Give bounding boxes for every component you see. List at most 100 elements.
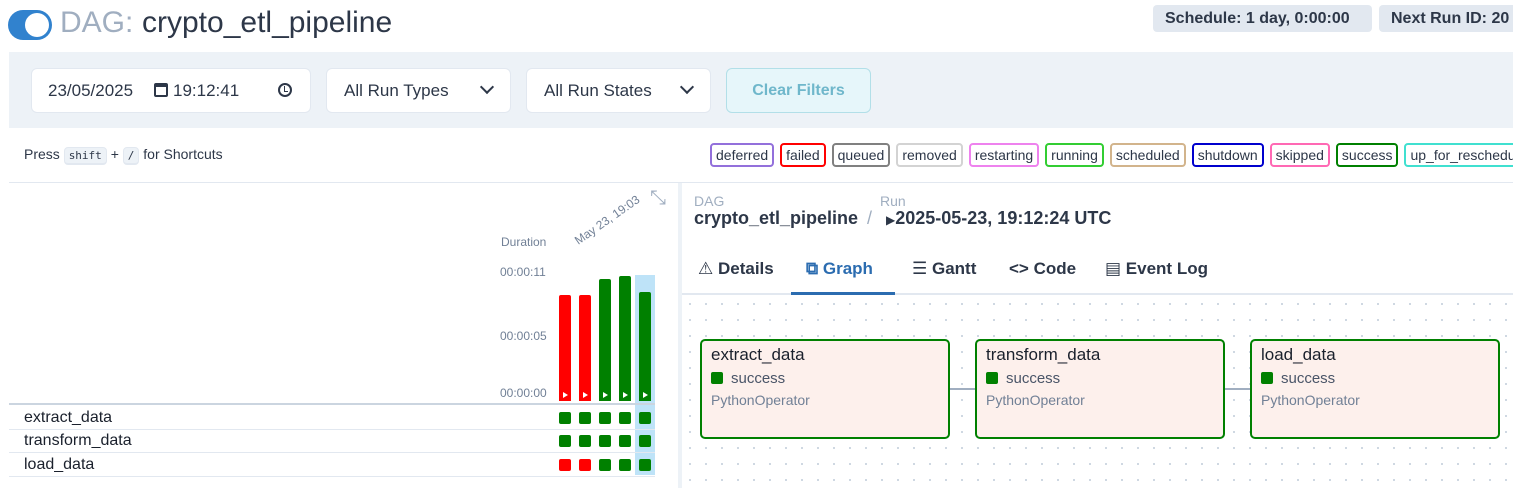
tab-event-log[interactable]: ▤ Event Log (1105, 259, 1208, 279)
shift-key: shift (63, 147, 107, 165)
base-date-input[interactable]: 23/05/2025 19:12:41 (31, 68, 311, 113)
warning-icon: ⚠ (698, 259, 718, 278)
run-type-select[interactable]: All Run Types (326, 68, 511, 113)
graph-node-extract[interactable]: extract_data success PythonOperator (700, 339, 950, 439)
legend-success[interactable]: success (1335, 143, 1399, 167)
task-instance-square[interactable] (619, 435, 631, 447)
duration-tick: 00:00:05 (500, 329, 547, 343)
legend-running[interactable]: running (1045, 143, 1104, 167)
clock-icon[interactable] (278, 83, 292, 97)
calendar-icon[interactable] (154, 83, 168, 97)
dag-title: crypto_etl_pipeline (142, 6, 393, 39)
row-divider (9, 429, 655, 430)
legend-shutdown[interactable]: shutdown (1191, 143, 1264, 167)
edge (950, 388, 975, 390)
duration-tick: 00:00:00 (500, 386, 547, 400)
breadcrumb-run[interactable]: ▶2025-05-23, 19:12:24 UTC (886, 208, 1111, 229)
chevron-down-icon (479, 79, 495, 95)
legend-restarting[interactable]: restarting (968, 143, 1040, 167)
grid-divider (9, 403, 655, 405)
edge (1225, 388, 1250, 390)
play-icon (643, 392, 648, 398)
clear-filters-button[interactable]: Clear Filters (726, 68, 871, 113)
legend-scheduled[interactable]: scheduled (1109, 143, 1186, 167)
date-value: 23/05/2025 (48, 81, 134, 100)
next-run-badge: Next Run ID: 20 (1379, 5, 1513, 32)
task-instance-square[interactable] (639, 435, 651, 447)
breadcrumb-run-label: Run (880, 193, 906, 209)
task-instance-square[interactable] (599, 412, 611, 424)
run-duration-bar[interactable] (599, 279, 611, 401)
legend-deferred[interactable]: deferred (710, 143, 775, 167)
node-state: success (1006, 370, 1061, 387)
time-value: 19:12:41 (173, 81, 240, 100)
tab-details[interactable]: ⚠ Details (698, 259, 774, 279)
task-instance-square[interactable] (579, 435, 591, 447)
task-row-extract[interactable]: extract_data (24, 409, 112, 427)
legend-up_for_reschedule[interactable]: up_for_reschedule (1404, 143, 1513, 167)
legend-queued[interactable]: queued (831, 143, 891, 167)
duration-tick: 00:00:11 (500, 265, 546, 279)
run-duration-bar[interactable] (639, 292, 651, 401)
task-instance-square[interactable] (559, 459, 571, 471)
breadcrumb-dag[interactable]: crypto_etl_pipeline (694, 208, 858, 229)
tab-graph[interactable]: ⧉ Graph (806, 259, 873, 279)
chevron-down-icon (679, 79, 695, 95)
row-divider (9, 452, 655, 453)
legend-failed[interactable]: failed (780, 143, 826, 167)
task-instance-square[interactable] (579, 412, 591, 424)
run-state-value: All Run States (544, 81, 652, 100)
task-instance-square[interactable] (639, 412, 651, 424)
run-date-label: May 23, 19:03 (572, 192, 643, 248)
schedule-badge: Schedule: 1 day, 0:00:00 (1153, 5, 1372, 32)
task-instance-square[interactable] (619, 412, 631, 424)
task-instance-square[interactable] (639, 459, 651, 471)
run-type-value: All Run Types (344, 81, 449, 100)
node-state: success (731, 370, 786, 387)
active-tab-indicator (791, 292, 895, 295)
run-duration-bar[interactable] (579, 295, 591, 401)
graph-node-load[interactable]: load_data success PythonOperator (1250, 339, 1500, 439)
run-duration-bar[interactable] (619, 276, 631, 401)
run-id-text: 2025-05-23, 19:12:24 UTC (895, 208, 1112, 228)
task-instance-square[interactable] (579, 459, 591, 471)
task-instance-square[interactable] (559, 412, 571, 424)
graph-node-transform[interactable]: transform_data success PythonOperator (975, 339, 1225, 439)
tab-label: Details (717, 259, 774, 278)
play-icon (603, 392, 608, 398)
tab-label: Gantt (931, 259, 977, 278)
tab-label: Event Log (1125, 259, 1208, 278)
pause-toggle[interactable] (8, 10, 52, 40)
breadcrumb-separator: / (867, 208, 873, 228)
node-state: success (1281, 370, 1336, 387)
slash-key: / (122, 147, 140, 165)
tab-label: Code (1033, 259, 1077, 278)
run-state-select[interactable]: All Run States (526, 68, 711, 113)
node-operator: PythonOperator (986, 392, 1085, 408)
breadcrumb-dag-label: DAG (694, 193, 725, 209)
run-duration-bar[interactable] (559, 295, 571, 401)
collapse-icon[interactable]: ⤡ (650, 187, 666, 210)
task-instance-square[interactable] (599, 435, 611, 447)
node-name: load_data (1261, 345, 1336, 364)
shortcuts-hint: Press shift + / for Shortcuts (24, 146, 223, 165)
legend-skipped[interactable]: skipped (1269, 143, 1330, 167)
state-dot (711, 372, 723, 384)
duration-label: Duration (501, 235, 547, 249)
play-icon: ▶ (886, 213, 896, 227)
task-instance-square[interactable] (599, 459, 611, 471)
graph-icon: ⧉ (806, 259, 823, 278)
task-row-transform[interactable]: transform_data (24, 432, 132, 450)
play-icon (623, 392, 628, 398)
tab-gantt[interactable]: ☰ Gantt (912, 259, 976, 279)
play-icon (583, 392, 588, 398)
task-instance-square[interactable] (559, 435, 571, 447)
node-name: transform_data (986, 345, 1101, 364)
tab-code[interactable]: <> Code (1009, 259, 1076, 279)
legend-removed[interactable]: removed (896, 143, 963, 167)
task-instance-square[interactable] (619, 459, 631, 471)
node-operator: PythonOperator (711, 392, 810, 408)
dag-prefix: DAG: (60, 6, 134, 39)
task-row-load[interactable]: load_data (24, 456, 94, 474)
shortcuts-press: Press (24, 146, 60, 162)
